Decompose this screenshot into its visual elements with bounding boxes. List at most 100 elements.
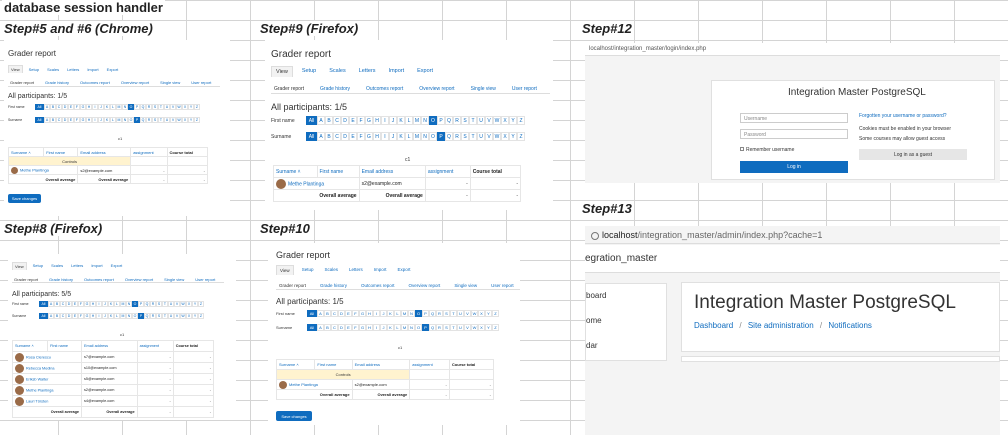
surname-filter-letter-c[interactable]: C [331, 324, 338, 331]
subtab-user-report[interactable]: User report [509, 84, 540, 93]
first-filter-letter-d[interactable]: D [338, 310, 345, 317]
first-filter-letter-g[interactable]: G [359, 310, 366, 317]
surname-filter-letter-y[interactable]: Y [485, 324, 492, 331]
surname-filter-letter-o[interactable]: O [415, 324, 422, 331]
surname-filter-letter-t[interactable]: T [469, 132, 477, 141]
guest-login-button[interactable]: Log in as a guest [859, 149, 967, 160]
subtab-overview-report[interactable]: Overview report [123, 276, 155, 282]
subtab-user-report[interactable]: User report [193, 276, 217, 282]
surname-filter-letter-u[interactable]: U [457, 324, 464, 331]
remember-checkbox[interactable]: Remember username [740, 147, 794, 153]
save-changes-button[interactable]: Save changes [276, 411, 312, 421]
surname-filter-letter-l[interactable]: L [394, 324, 401, 331]
nav-dashboard[interactable]: board [586, 291, 606, 300]
first-filter-letter-n[interactable]: N [421, 116, 429, 125]
subtab-user-report[interactable]: User report [189, 79, 213, 86]
first-filter-letter-l[interactable]: L [394, 310, 401, 317]
first-filter-letter-x[interactable]: X [478, 310, 485, 317]
first-filter-letter-u[interactable]: U [477, 116, 485, 125]
subtab-grader-report[interactable]: Grader report [8, 79, 36, 86]
first-filter-letter-z[interactable]: Z [492, 310, 499, 317]
surname-filter-letter-p[interactable]: P [422, 324, 429, 331]
col-surname[interactable]: Surname ˄ [273, 165, 318, 178]
surname-filter-letter-e[interactable]: E [349, 132, 357, 141]
subtab-grade-history[interactable]: Grade history [317, 281, 350, 289]
surname-filter-letter-t[interactable]: T [450, 324, 457, 331]
col-email[interactable]: Email address [81, 340, 138, 352]
first-filter-letter-z[interactable]: Z [517, 116, 525, 125]
col-assignment[interactable]: assignment [130, 147, 168, 157]
first-filter-letter-w[interactable]: W [471, 310, 478, 317]
first-filter-letter-z[interactable]: Z [194, 103, 200, 110]
surname-filter-letter-g[interactable]: G [365, 132, 373, 141]
controls-gear-cell[interactable] [130, 156, 168, 166]
first-filter-letter-u[interactable]: U [457, 310, 464, 317]
surname-filter-letter-h[interactable]: H [373, 132, 381, 141]
subtab-outcomes-report[interactable]: Outcomes report [358, 281, 398, 289]
student-name-cell[interactable]: Eriksb Walter [11, 373, 83, 385]
site-short-name[interactable]: egration_master [585, 253, 657, 264]
tab-letters[interactable]: Letters [69, 262, 85, 269]
first-filter-letter-e[interactable]: E [349, 116, 357, 125]
first-filter-letter-y[interactable]: Y [509, 116, 517, 125]
surname-filter-letter-r[interactable]: R [453, 132, 461, 141]
login-button[interactable]: Log in [740, 161, 848, 173]
first-filter-letter-k[interactable]: K [387, 310, 394, 317]
assignment-grade[interactable]: - [136, 373, 174, 385]
surname-filter-letter-d[interactable]: D [341, 132, 349, 141]
subtab-single-view[interactable]: Single view [468, 84, 499, 93]
student-name-cell[interactable]: Rebecca Medina [11, 362, 83, 374]
col-course-total[interactable]: Course total [166, 147, 209, 157]
controls-gear-cell[interactable] [448, 369, 495, 380]
breadcrumb-site-admin[interactable]: Site administration [748, 321, 814, 330]
surname-filter-letter-y[interactable]: Y [509, 132, 517, 141]
subtab-single-view[interactable]: Single view [158, 79, 182, 86]
subtab-overview-report[interactable]: Overview report [416, 84, 457, 93]
surname-filter-letter-z[interactable]: Z [194, 116, 200, 123]
assignment-grade[interactable]: - [136, 395, 174, 407]
first-filter-letter-f[interactable]: F [357, 116, 365, 125]
first-filter-letter-a[interactable]: A [317, 116, 325, 125]
surname-filter-letter-u[interactable]: U [477, 132, 485, 141]
first-filter-all[interactable]: All [35, 103, 44, 110]
col-surname[interactable]: Surname ˄ [275, 359, 316, 370]
controls-gear-cell[interactable] [166, 156, 209, 166]
surname-filter-letter-v[interactable]: V [485, 132, 493, 141]
tab-import[interactable]: Import [371, 265, 390, 274]
surname-filter-all[interactable]: All [39, 313, 48, 319]
breadcrumb-dashboard[interactable]: Dashboard [694, 321, 733, 330]
surname-filter-letter-s[interactable]: S [443, 324, 450, 331]
surname-filter-letter-x[interactable]: X [478, 324, 485, 331]
nav-calendar[interactable]: dar [586, 341, 598, 350]
first-filter-letter-y[interactable]: Y [485, 310, 492, 317]
first-filter-letter-d[interactable]: D [341, 116, 349, 125]
tab-view[interactable]: View [271, 65, 293, 77]
surname-filter-letter-p[interactable]: P [437, 132, 445, 141]
student-name[interactable]: Methe Plantinga [288, 181, 324, 187]
assignment-grade[interactable]: - [409, 379, 450, 390]
first-filter-letter-h[interactable]: H [366, 310, 373, 317]
subtab-outcomes-report[interactable]: Outcomes report [78, 79, 112, 86]
first-filter-letter-f[interactable]: F [352, 310, 359, 317]
tab-export[interactable]: Export [413, 66, 437, 76]
surname-filter-letter-e[interactable]: E [345, 324, 352, 331]
surname-filter-letter-q[interactable]: Q [445, 132, 453, 141]
first-filter-letter-m[interactable]: M [413, 116, 421, 125]
tab-import[interactable]: Import [385, 66, 409, 76]
col-course-total[interactable]: Course total [469, 165, 522, 178]
first-filter-letter-x[interactable]: X [501, 116, 509, 125]
col-course-total[interactable]: Course total [448, 359, 495, 370]
first-filter-letter-q[interactable]: Q [429, 310, 436, 317]
subtab-single-view[interactable]: Single view [451, 281, 480, 289]
student-name-cell[interactable]: Methe Plantinga [273, 177, 360, 190]
surname-filter-letter-f[interactable]: F [357, 132, 365, 141]
first-filter-letter-i[interactable]: I [381, 116, 389, 125]
controls-gear-cell[interactable] [409, 369, 450, 380]
student-name[interactable]: Rosa Clerescu [26, 355, 51, 359]
surname-filter-letter-k[interactable]: K [387, 324, 394, 331]
subtab-grade-history[interactable]: Grade history [43, 79, 71, 86]
surname-filter-all[interactable]: All [306, 132, 317, 141]
col-email[interactable]: Email address [351, 359, 411, 370]
surname-filter-letter-b[interactable]: B [324, 324, 331, 331]
subtab-overview-report[interactable]: Overview report [119, 79, 151, 86]
